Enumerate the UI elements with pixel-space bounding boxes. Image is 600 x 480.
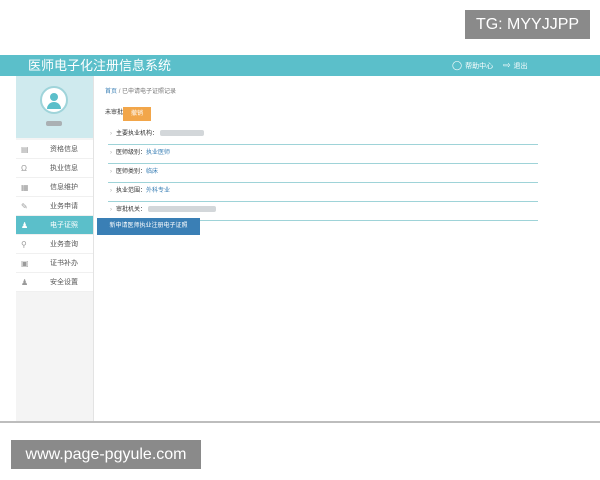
sidebar-nav: ▤ 资格信息 Ω 执业信息 ▦ 信息维护 ✎ 业务申请 ♟ 电子证照 ⚲ 业务查询 ▣ 证书补… [16,140,93,292]
help-center-link[interactable]: ◯ 帮助中心 [452,55,493,76]
document-icon: ▤ [21,145,29,154]
sidebar-item-query[interactable]: ⚲ 业务查询 [16,235,93,254]
level-label: 医师级别： [116,150,147,156]
type-value: 临床 [146,169,159,175]
sidebar-item-security[interactable]: ♟ 安全设置 [16,273,93,292]
bullet-icon: › [110,150,112,156]
org-value-redacted [159,130,204,137]
app-title: 医师电子化注册信息系统 [28,58,172,73]
avatar-head [50,93,58,101]
sidebar-item-label: 证书补办 [50,260,78,267]
logout-link[interactable]: ⇨ 退出 [503,55,528,76]
info-row-level: › 医师级别：执业医师 [108,146,538,164]
sidebar-item-maintenance[interactable]: ▦ 信息维护 [16,178,93,197]
info-row-type: › 医师类别：临床 [108,165,538,183]
info-row-scope: › 执业范围：外科专业 [108,184,538,202]
sidebar-item-label: 资格信息 [50,146,78,153]
user-icon: ♟ [21,221,29,230]
sidebar-item-practice[interactable]: Ω 执业信息 [16,159,93,178]
sidebar-item-label: 业务申请 [50,203,78,210]
avatar-body [47,102,61,109]
withdraw-button[interactable]: 撤销 [123,107,151,121]
bullet-icon: › [110,131,112,137]
headset-icon: Ω [21,164,27,173]
breadcrumb: 首页 / 已申请电子证照记录 [105,86,176,95]
header-bar: 医师电子化注册信息系统 ◯ 帮助中心 ⇨ 退出 [0,55,600,76]
user-lock-icon: ♟ [21,278,29,287]
logout-icon: ⇨ [503,60,511,70]
save-icon: ▣ [21,259,29,268]
lightbulb-icon: ◯ [452,60,463,70]
bullet-icon: › [110,207,112,213]
type-label: 医师类别： [116,169,147,175]
sidebar-item-label: 执业信息 [50,165,78,172]
breadcrumb-current: 已申请电子证照记录 [122,89,177,95]
authority-label: 审批机关： [116,207,147,213]
status-label: 未审批 [105,110,124,116]
user-profile [16,76,93,138]
sidebar-item-label: 信息维护 [50,184,78,191]
sidebar-item-label: 电子证照 [50,222,78,229]
level-value: 执业医师 [146,150,171,156]
org-label: 主要执业机构： [116,131,159,137]
sidebar: ▤ 资格信息 Ω 执业信息 ▦ 信息维护 ✎ 业务申请 ♟ 电子证照 ⚲ 业务查询 ▣ 证书补… [16,76,94,421]
watermark-bottom: www.page-pgyule.com [11,440,201,469]
help-center-label: 帮助中心 [465,63,494,70]
info-row-org: › 主要执业机构： [108,127,538,145]
avatar [40,86,68,114]
watermark-top: TG: MYYJJPP [465,10,590,39]
sidebar-item-label: 安全设置 [50,279,78,286]
logout-label: 退出 [513,63,528,70]
page-bottom-border [0,421,600,423]
sidebar-item-label: 业务查询 [50,241,78,248]
new-application-button[interactable]: 新申请医师执业注册电子证照 [97,218,200,235]
username-redacted [46,121,62,126]
sidebar-item-qualification[interactable]: ▤ 资格信息 [16,140,93,159]
scope-value: 外科专业 [146,188,171,194]
bullet-icon: › [110,169,112,175]
id-card-icon: ▦ [21,183,29,192]
authority-value-redacted [147,206,216,213]
sidebar-item-application[interactable]: ✎ 业务申请 [16,197,93,216]
edit-icon: ✎ [21,202,28,211]
scope-label: 执业范围： [116,188,147,194]
breadcrumb-separator: / [118,89,121,95]
sidebar-item-e-license[interactable]: ♟ 电子证照 [16,216,93,235]
bullet-icon: › [110,188,112,194]
search-icon: ⚲ [21,240,27,249]
breadcrumb-home[interactable]: 首页 [105,89,117,95]
license-record: › 主要执业机构： › 医师级别：执业医师 › 医师类别：临床 › 执业范围：外… [108,127,538,222]
sidebar-item-reissue[interactable]: ▣ 证书补办 [16,254,93,273]
